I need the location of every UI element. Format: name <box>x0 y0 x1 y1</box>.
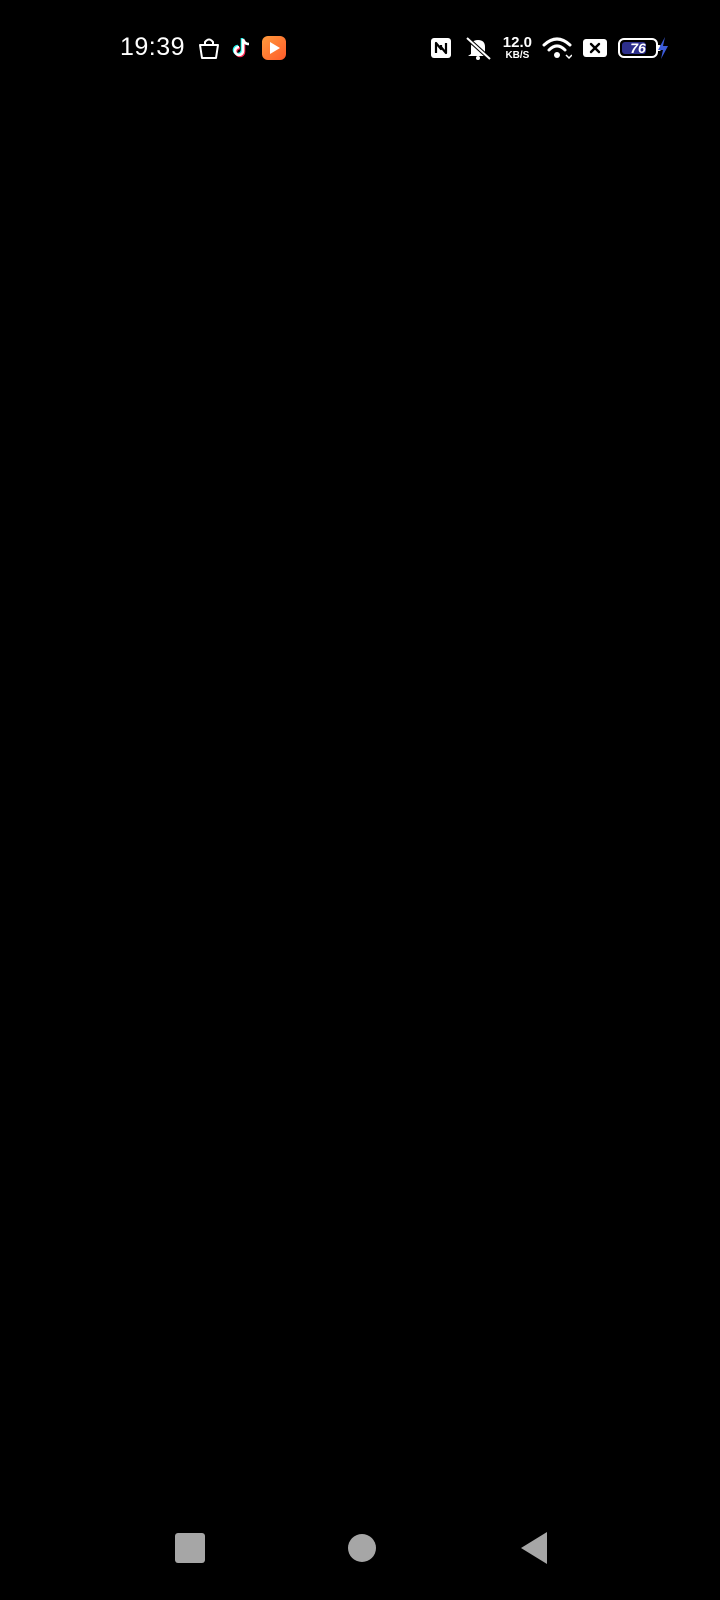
back-button[interactable] <box>514 1528 554 1568</box>
network-speed: 12.0 KB/S <box>503 35 532 61</box>
wifi-icon <box>542 36 572 60</box>
square-icon <box>175 1533 205 1563</box>
sim-x-icon <box>582 37 608 59</box>
status-time: 19:39 <box>120 33 186 61</box>
home-button[interactable] <box>342 1528 382 1568</box>
mute-icon <box>463 35 493 61</box>
screen: 19:39 12.0 KB/S 76 <box>0 0 720 1600</box>
nfc-icon <box>429 36 453 60</box>
main-content <box>0 96 720 1510</box>
tiktok-icon <box>230 36 254 60</box>
notification-icons <box>196 33 286 63</box>
recent-apps-button[interactable] <box>170 1528 210 1568</box>
charging-icon <box>656 36 670 60</box>
battery-icon: 76 <box>618 38 661 58</box>
bag-icon <box>196 36 222 60</box>
network-speed-unit: KB/S <box>505 50 530 61</box>
back-triangle-icon <box>521 1532 547 1564</box>
system-icons: 12.0 KB/S 76 <box>429 32 661 64</box>
navigation-bar <box>0 1510 720 1600</box>
network-speed-value: 12.0 <box>502 34 532 51</box>
battery-level: 76 <box>630 40 646 56</box>
circle-icon <box>348 1534 376 1562</box>
status-bar: 19:39 12.0 KB/S 76 <box>0 0 720 96</box>
video-app-icon <box>262 36 286 60</box>
